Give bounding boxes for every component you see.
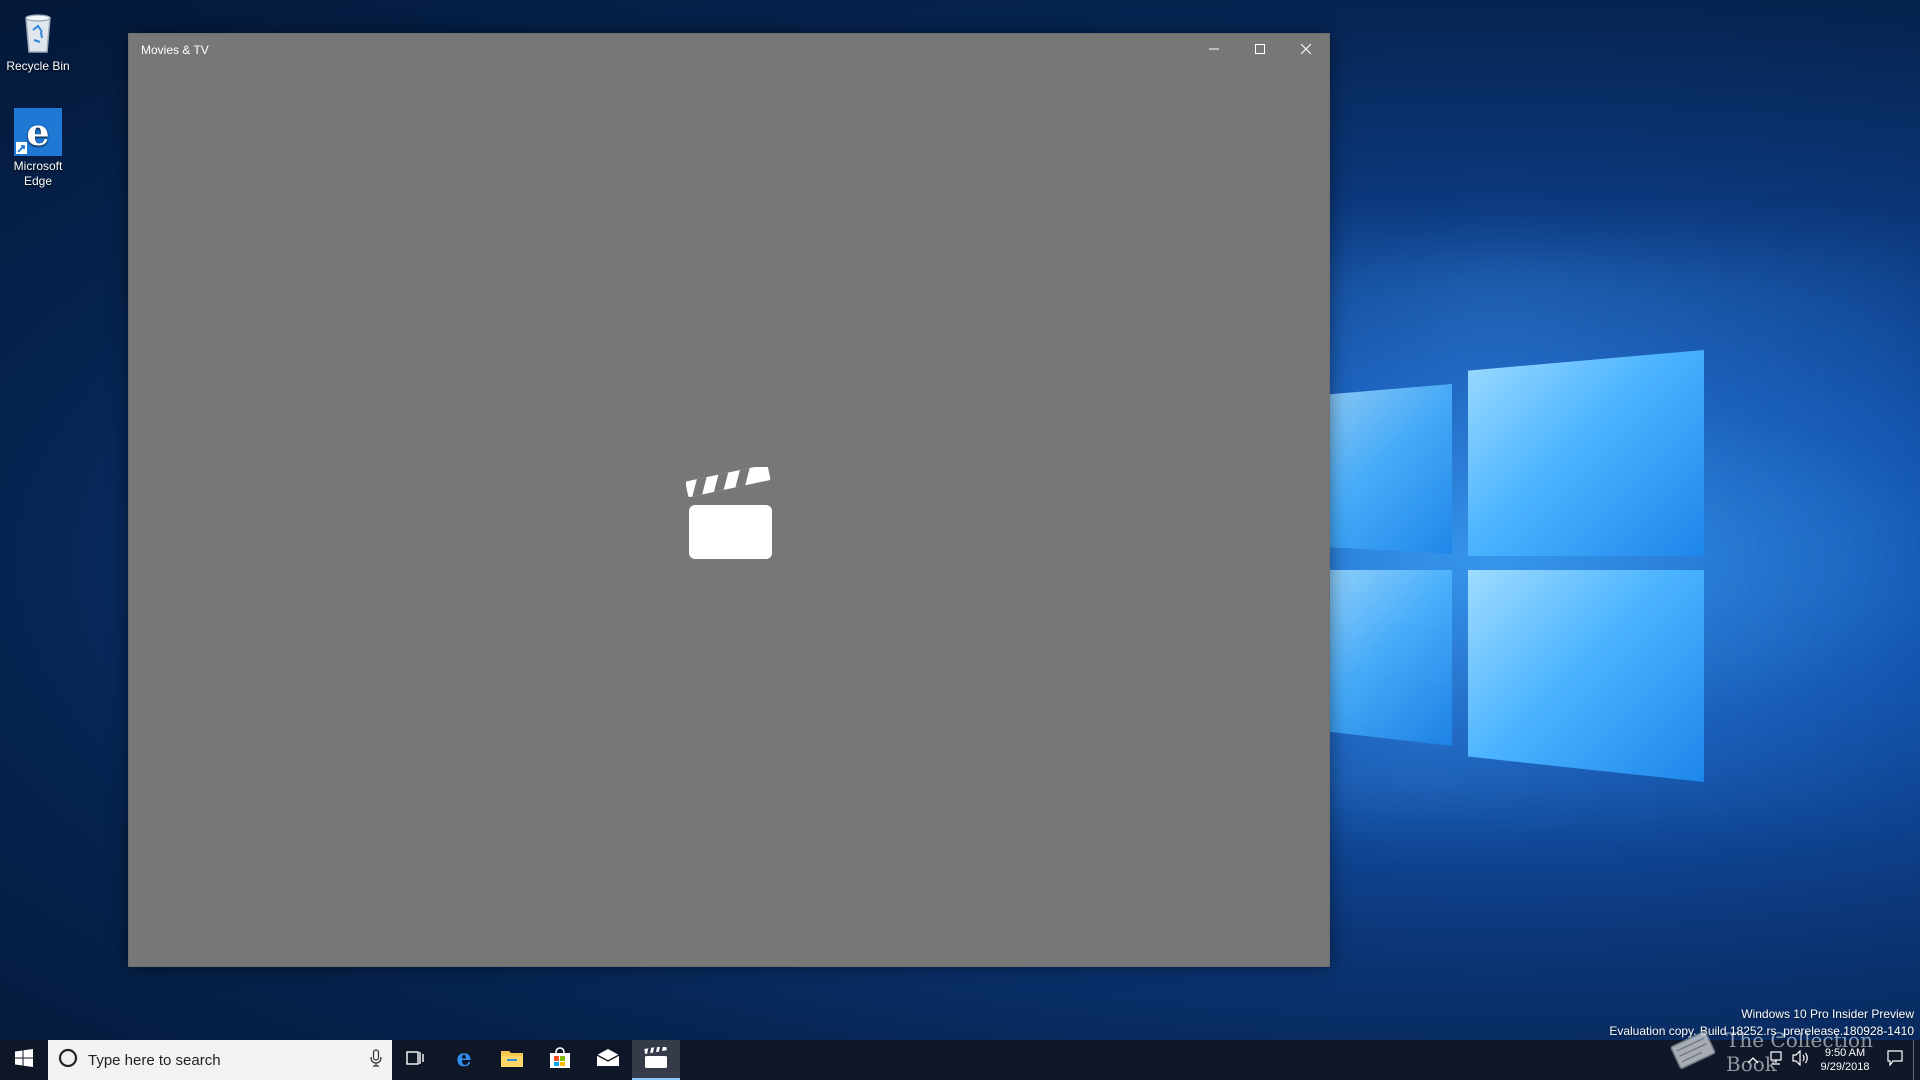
watermark-line: Windows 10 Pro Insider Preview: [1741, 1007, 1914, 1021]
clapperboard-icon: [644, 1044, 668, 1074]
maximize-icon: [1255, 41, 1265, 59]
taskbar-mail-button[interactable]: [584, 1040, 632, 1080]
windows-logo-icon: [15, 1048, 33, 1072]
edge-icon: e: [14, 108, 62, 156]
task-view-icon: [406, 1049, 426, 1072]
svg-text:e: e: [27, 112, 50, 154]
desktop-icon-recycle-bin[interactable]: Recycle Bin: [0, 8, 76, 74]
wallpaper-logo-pane: [1468, 570, 1704, 782]
window-titlebar[interactable]: Movies & TV: [129, 34, 1329, 66]
wallpaper-logo-pane: [1468, 350, 1704, 556]
minimize-icon: [1209, 41, 1219, 59]
close-button[interactable]: [1283, 34, 1329, 66]
edge-icon: e: [452, 1043, 476, 1075]
book-icon: [1668, 1030, 1718, 1075]
recycle-bin-icon: [14, 8, 62, 56]
window-title: Movies & TV: [141, 43, 209, 57]
wallpaper-logo-pane: [1330, 570, 1452, 746]
wallpaper-logo-pane: [1330, 384, 1452, 554]
overlay-watermark-text: The Collection Book: [1726, 1028, 1873, 1076]
close-icon: [1300, 41, 1312, 59]
taskbar-search-box[interactable]: Type here to search: [48, 1040, 392, 1080]
taskbar-movies-tv-button[interactable]: [632, 1040, 680, 1080]
taskbar-store-button[interactable]: [536, 1040, 584, 1080]
minimize-button[interactable]: [1191, 34, 1237, 66]
taskbar-edge-button[interactable]: e: [440, 1040, 488, 1080]
start-button[interactable]: [0, 1040, 48, 1080]
cortana-icon: [58, 1048, 78, 1073]
folder-icon: [500, 1048, 524, 1073]
taskbar-file-explorer-button[interactable]: [488, 1040, 536, 1080]
taskbar-task-view-button[interactable]: [392, 1040, 440, 1080]
clapperboard-icon: [685, 464, 772, 561]
overlay-watermark: The Collection Book: [1668, 1028, 1920, 1076]
svg-text:e: e: [456, 1046, 471, 1070]
desktop-icon-label: Recycle Bin: [6, 59, 70, 73]
movies-tv-window[interactable]: Movies & TV: [128, 33, 1330, 967]
taskbar: Type here to search e 9:50 AM 9/29/2018: [0, 1040, 1920, 1080]
desktop-icon-microsoft-edge[interactable]: e Microsoft Edge: [0, 108, 76, 189]
maximize-button[interactable]: [1237, 34, 1283, 66]
desktop-icon-label: Microsoft Edge: [13, 159, 63, 188]
mail-icon: [596, 1048, 620, 1072]
microphone-icon[interactable]: [370, 1048, 382, 1072]
store-icon: [549, 1046, 571, 1074]
search-placeholder: Type here to search: [88, 1051, 221, 1069]
